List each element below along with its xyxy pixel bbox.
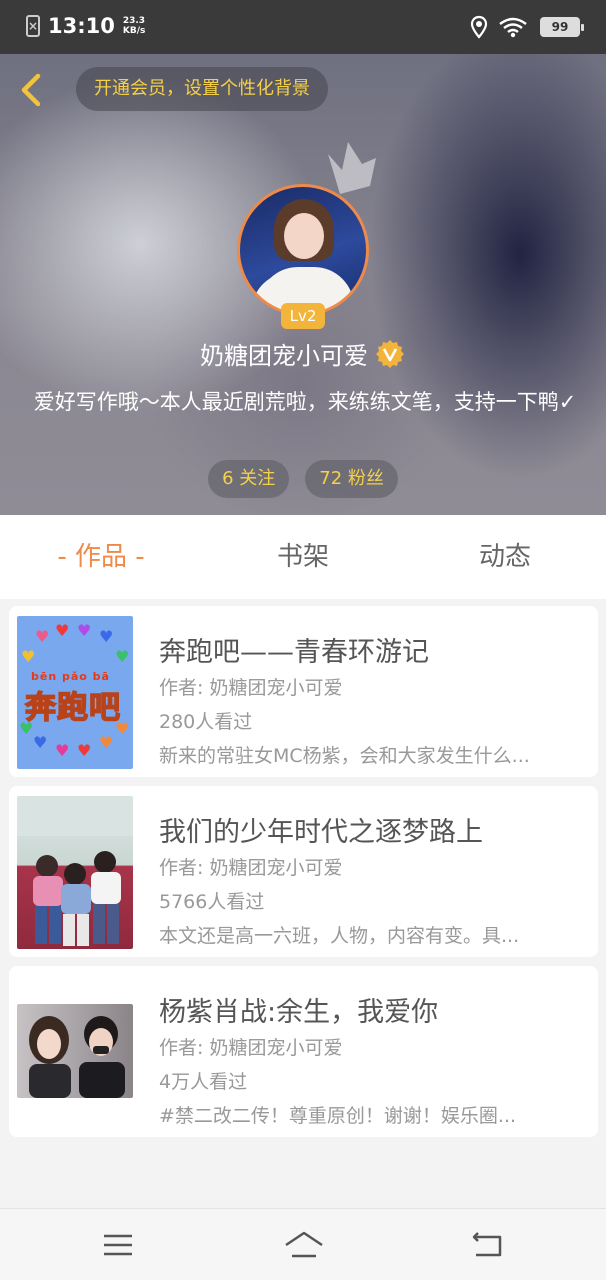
username-row: 奶糖团宠小可爱 [0,336,606,371]
svg-text:♥: ♥ [77,621,91,640]
verified-v-icon [376,339,404,368]
work-author: 作者: 奶糖团宠小可爱 [159,1037,343,1059]
cover-title: 奔跑吧 [24,689,121,727]
work-description: 本文还是高一六班，人物，内容有变。具... [159,925,520,947]
list-item[interactable]: 我们的少年时代之逐梦路上 作者: 奶糖团宠小可爱 5766人看过 本文还是高一六… [9,786,598,957]
following-count[interactable]: 6 关注 [208,460,290,498]
work-description: 新来的常驻女MC杨紫，会和大家发生什么... [159,745,530,767]
home-icon[interactable] [284,1229,324,1261]
notification-x-icon: × [26,15,40,37]
list-item[interactable]: 杨紫肖战:余生，我爱你 作者: 奶糖团宠小可爱 4万人看过 #禁二改二传！尊重原… [9,966,598,1137]
back-icon[interactable] [14,72,50,108]
svg-text:♥: ♥ [55,741,69,760]
work-author: 作者: 奶糖团宠小可爱 [159,857,343,879]
status-bar: × 13:10 23.3 KB/s 99 [0,0,606,54]
back-nav-icon[interactable] [470,1229,506,1261]
tab-activity[interactable]: 动态 [404,515,606,599]
menu-icon[interactable] [100,1229,136,1261]
status-time: 13:10 [48,14,115,38]
net-speed: 23.3 KB/s [122,16,146,36]
work-views: 5766人看过 [159,891,265,913]
work-cover-image [17,1004,133,1098]
profile-header: 开通会员，设置个性化背景 Lv2 奶糖团宠小可爱 爱好写作哦～本人最近剧荒啦，来… [0,54,606,515]
svg-text:♥: ♥ [77,741,91,760]
work-cover-image [17,796,133,949]
list-item[interactable]: ♥ ♥ ♥ ♥ ♥ ♥ ♥ ♥ ♥ ♥ ♥ ♥ bēn pǎo bā 奔跑吧 奔… [9,606,598,777]
stats-row: 6 关注 72 粉丝 [0,460,606,498]
work-cover-image: ♥ ♥ ♥ ♥ ♥ ♥ ♥ ♥ ♥ ♥ ♥ ♥ bēn pǎo bā 奔跑吧 [17,616,133,769]
work-description: #禁二改二传！尊重原创！谢谢！娱乐圈... [159,1105,517,1127]
work-views: 4万人看过 [159,1071,248,1093]
level-badge: Lv2 [281,303,325,329]
avatar[interactable] [237,184,369,316]
tab-bookshelf[interactable]: 书架 [202,515,404,599]
profile-tabs: - 作品 - 书架 动态 [0,515,606,599]
bio-text: 爱好写作哦～本人最近剧荒啦，来练练文笔，支持一下鸭✓ [33,390,577,414]
svg-text:♥: ♥ [35,627,49,646]
system-nav-bar [0,1208,606,1280]
work-views: 280人看过 [159,711,253,733]
vip-background-banner[interactable]: 开通会员，设置个性化背景 [76,67,328,111]
work-author: 作者: 奶糖团宠小可爱 [159,677,343,699]
works-list: ♥ ♥ ♥ ♥ ♥ ♥ ♥ ♥ ♥ ♥ ♥ ♥ bēn pǎo bā 奔跑吧 奔… [9,606,598,1146]
svg-text:♥: ♥ [99,733,113,752]
svg-text:♥: ♥ [21,647,35,666]
work-title: 杨紫肖战:余生，我爱你 [159,997,439,1028]
followers-count[interactable]: 72 粉丝 [305,460,398,498]
crown-icon [328,142,376,194]
work-title: 奔跑吧——青春环游记 [159,637,429,668]
work-title: 我们的少年时代之逐梦路上 [159,817,483,848]
svg-text:♥: ♥ [33,733,47,752]
wifi-icon [499,17,527,38]
username: 奶糖团宠小可爱 [200,342,368,370]
battery-indicator: 99 [540,17,584,37]
svg-text:♥: ♥ [55,621,69,640]
svg-text:♥: ♥ [99,627,113,646]
location-icon [470,15,488,39]
svg-text:♥: ♥ [115,647,129,666]
tab-works[interactable]: - 作品 - [0,515,202,599]
